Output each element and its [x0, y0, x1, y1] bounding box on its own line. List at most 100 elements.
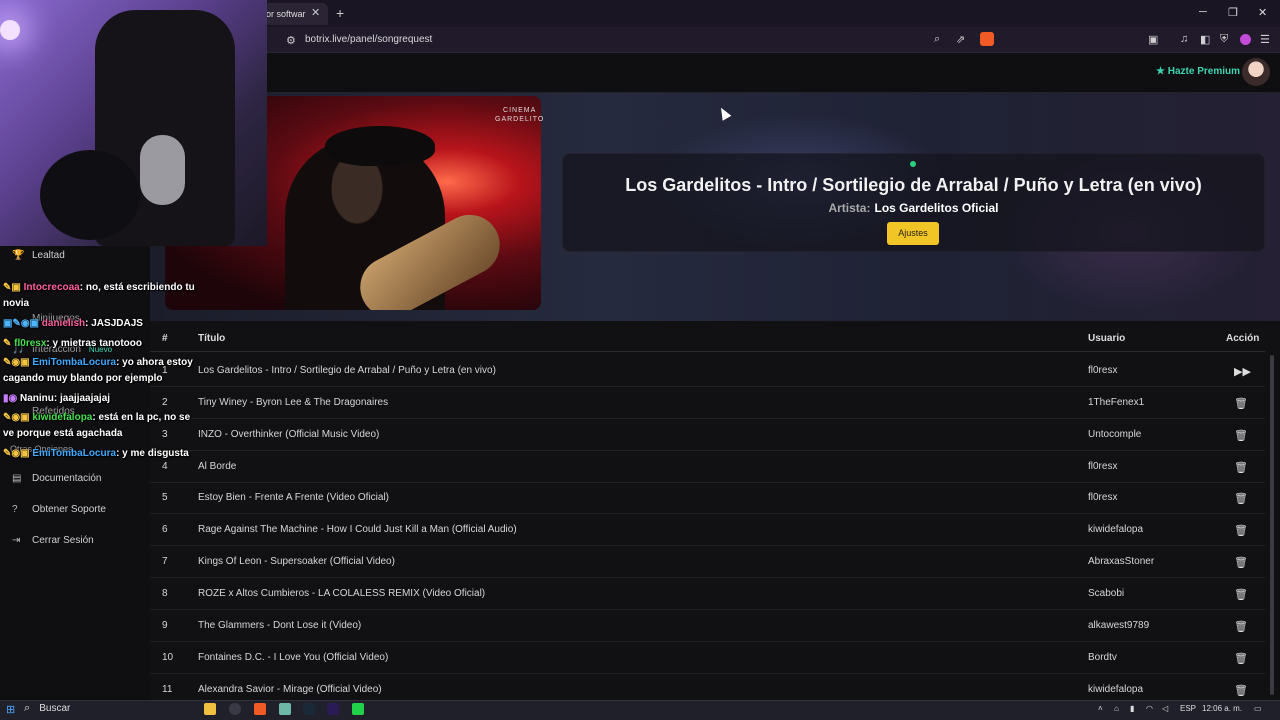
delete-icon[interactable]: 🗑: [1234, 588, 1248, 601]
row-title: Alexandra Savior - Mirage (Official Vide…: [198, 684, 382, 695]
chat-text: : y me disgusta: [116, 448, 189, 459]
row-title: Los Gardelitos - Intro / Sortilegio de A…: [198, 365, 496, 376]
wallet-icon[interactable]: [1240, 34, 1251, 45]
app-icon[interactable]: [279, 703, 291, 715]
file-explorer-icon[interactable]: [204, 703, 216, 715]
row-num: 5: [162, 492, 168, 503]
settings-button[interactable]: Ajustes: [887, 222, 939, 245]
chat-message: ✎◉▣ kiwidefalopa: está en la pc, no se v…: [3, 410, 199, 442]
row-user: 1TheFenex1: [1088, 397, 1145, 408]
sidebar-item-lealtad[interactable]: 🏆 Lealtad: [12, 250, 65, 261]
row-num: 9: [162, 620, 168, 631]
logout-icon: ⇥: [12, 535, 21, 546]
badge-icon: ✎◉▣: [3, 357, 33, 368]
row-user: AbraxasStoner: [1088, 556, 1155, 567]
table-row[interactable]: 6 Rage Against The Machine - How I Could …: [150, 514, 1265, 546]
table-row[interactable]: 2 Tiny Winey - Byron Lee & The Dragonaire…: [150, 387, 1265, 419]
trophy-icon: 🏆: [12, 250, 25, 261]
site-info-icon[interactable]: ⚙: [286, 34, 296, 47]
artist-label: Artista:: [828, 201, 871, 215]
chat-username: fl0resx: [14, 338, 47, 349]
row-title: Al Borde: [198, 461, 237, 472]
music-icon[interactable]: ♫: [1180, 33, 1188, 45]
delete-icon[interactable]: 🗑: [1234, 684, 1248, 697]
share-icon[interactable]: ⇗: [956, 33, 965, 46]
start-icon[interactable]: ⊞: [6, 703, 15, 716]
sidebar-toggle-icon[interactable]: ◧: [1200, 33, 1210, 46]
notifications-icon[interactable]: ▭: [1254, 704, 1262, 713]
delete-icon[interactable]: 🗑: [1234, 620, 1248, 633]
zoom-icon[interactable]: ⌕: [934, 33, 940, 46]
taskbar-search[interactable]: ⌕ Buscar: [24, 702, 194, 718]
avatar[interactable]: [1242, 58, 1270, 86]
badge-icon: ✎: [3, 338, 15, 349]
delete-icon[interactable]: 🗑: [1234, 461, 1248, 474]
song-title: Los Gardelitos - Intro / Sortilegio de A…: [625, 175, 1202, 195]
table-row[interactable]: 8 ROZE x Altos Cumbieros - LA COLALESS RE…: [150, 578, 1265, 610]
table-row[interactable]: 5 Estoy Bien - Frente A Frente (Video Ofi…: [150, 482, 1265, 514]
row-num: 10: [162, 652, 174, 663]
network-icon[interactable]: ⌂: [1114, 704, 1119, 713]
new-tab-icon[interactable]: +: [336, 5, 344, 21]
chat-message: ✎▣ Intocrecoaa: no, está escribiendo tu …: [3, 280, 199, 312]
steam-icon[interactable]: [303, 703, 315, 715]
maximize-icon[interactable]: ❐: [1228, 6, 1238, 19]
sidebar-item-label: Lealtad: [32, 250, 65, 261]
delete-icon[interactable]: 🗑: [1234, 429, 1248, 442]
kick-icon[interactable]: [352, 703, 364, 715]
delete-icon[interactable]: 🗑: [1234, 652, 1248, 665]
table-row[interactable]: 4 Al Borde fl0resx 🗑: [150, 451, 1265, 483]
sidebar-item-cerrar-sesion[interactable]: ⇥ Cerrar Sesión: [12, 535, 94, 546]
table-row[interactable]: 1 Los Gardelitos - Intro / Sortilegio de …: [150, 355, 1265, 387]
table-header: # Título Usuario Acción: [150, 326, 1265, 352]
sidebar-item-soporte[interactable]: ? Obtener Soporte: [12, 504, 106, 515]
delete-icon[interactable]: 🗑: [1234, 524, 1248, 537]
play-next-icon[interactable]: ▶▶: [1234, 365, 1251, 378]
premium-link[interactable]: ★ Hazte Premium: [1156, 66, 1240, 77]
delete-icon[interactable]: 🗑: [1234, 397, 1248, 410]
menu-icon[interactable]: ☰: [1260, 33, 1270, 46]
premiere-icon[interactable]: [327, 703, 339, 715]
table-row[interactable]: 7 Kings Of Leon - Supersoaker (Official V…: [150, 546, 1265, 578]
row-num: 6: [162, 524, 168, 535]
clock[interactable]: 12:06 a. m.: [1202, 704, 1242, 713]
chat-username: danielish: [41, 318, 86, 329]
wifi-icon[interactable]: ◠: [1146, 704, 1153, 713]
chevron-up-icon[interactable]: ˄: [1098, 704, 1103, 713]
volume-icon[interactable]: ◁: [1162, 704, 1168, 713]
watermark-line: GARDELITO: [495, 116, 545, 123]
chat-username: Intocrecoaa: [23, 282, 80, 293]
vpn-icon[interactable]: ⛨: [1220, 33, 1228, 46]
sidebar-item-label: Documentación: [32, 473, 102, 484]
url-field[interactable]: botrix.live/panel/songrequest: [305, 34, 432, 45]
delete-icon[interactable]: 🗑: [1234, 556, 1248, 569]
watermark-line: CINEMA: [503, 107, 537, 114]
plush-toy: [40, 150, 140, 240]
brave-icon[interactable]: [254, 703, 266, 715]
table-row[interactable]: 9 The Glammers - Dont Lose it (Video) alka…: [150, 610, 1265, 642]
delete-icon[interactable]: 🗑: [1234, 492, 1248, 505]
reader-icon[interactable]: ▣: [1148, 33, 1158, 46]
row-num: 7: [162, 556, 168, 567]
language-indicator[interactable]: ESP: [1180, 704, 1196, 713]
chat-message: ✎◉▣ EmiTombaLocura: yo ahora estoy cagan…: [3, 355, 199, 387]
microphone: [140, 135, 185, 205]
sidebar-item-documentacion[interactable]: ▤ Documentación: [12, 473, 101, 484]
table-scrollbar[interactable]: [1270, 355, 1274, 695]
row-user: Untocomple: [1088, 429, 1142, 440]
table-row[interactable]: 11 Alexandra Savior - Mirage (Official Vi…: [150, 674, 1265, 700]
sidebar-item-label: Cerrar Sesión: [32, 535, 94, 546]
close-tab-icon[interactable]: ✕: [311, 6, 320, 19]
minimize-icon[interactable]: ─: [1199, 6, 1207, 18]
row-user: alkawest9789: [1088, 620, 1150, 631]
mic-icon[interactable]: ▮: [1130, 704, 1134, 713]
artist-name: Los Gardelitos Oficial: [874, 201, 999, 215]
table-row[interactable]: 10 Fontaines D.C. - I Love You (Official …: [150, 642, 1265, 674]
close-window-icon[interactable]: ✕: [1258, 6, 1267, 19]
row-user: fl0resx: [1088, 461, 1118, 472]
app-icon[interactable]: [229, 703, 241, 715]
row-num: 4: [162, 461, 168, 472]
table-row[interactable]: 3 INZO - Overthinker (Official Music Vide…: [150, 419, 1265, 451]
badge-icon: ✎▣: [3, 282, 24, 293]
brave-shield-icon[interactable]: [980, 32, 994, 46]
